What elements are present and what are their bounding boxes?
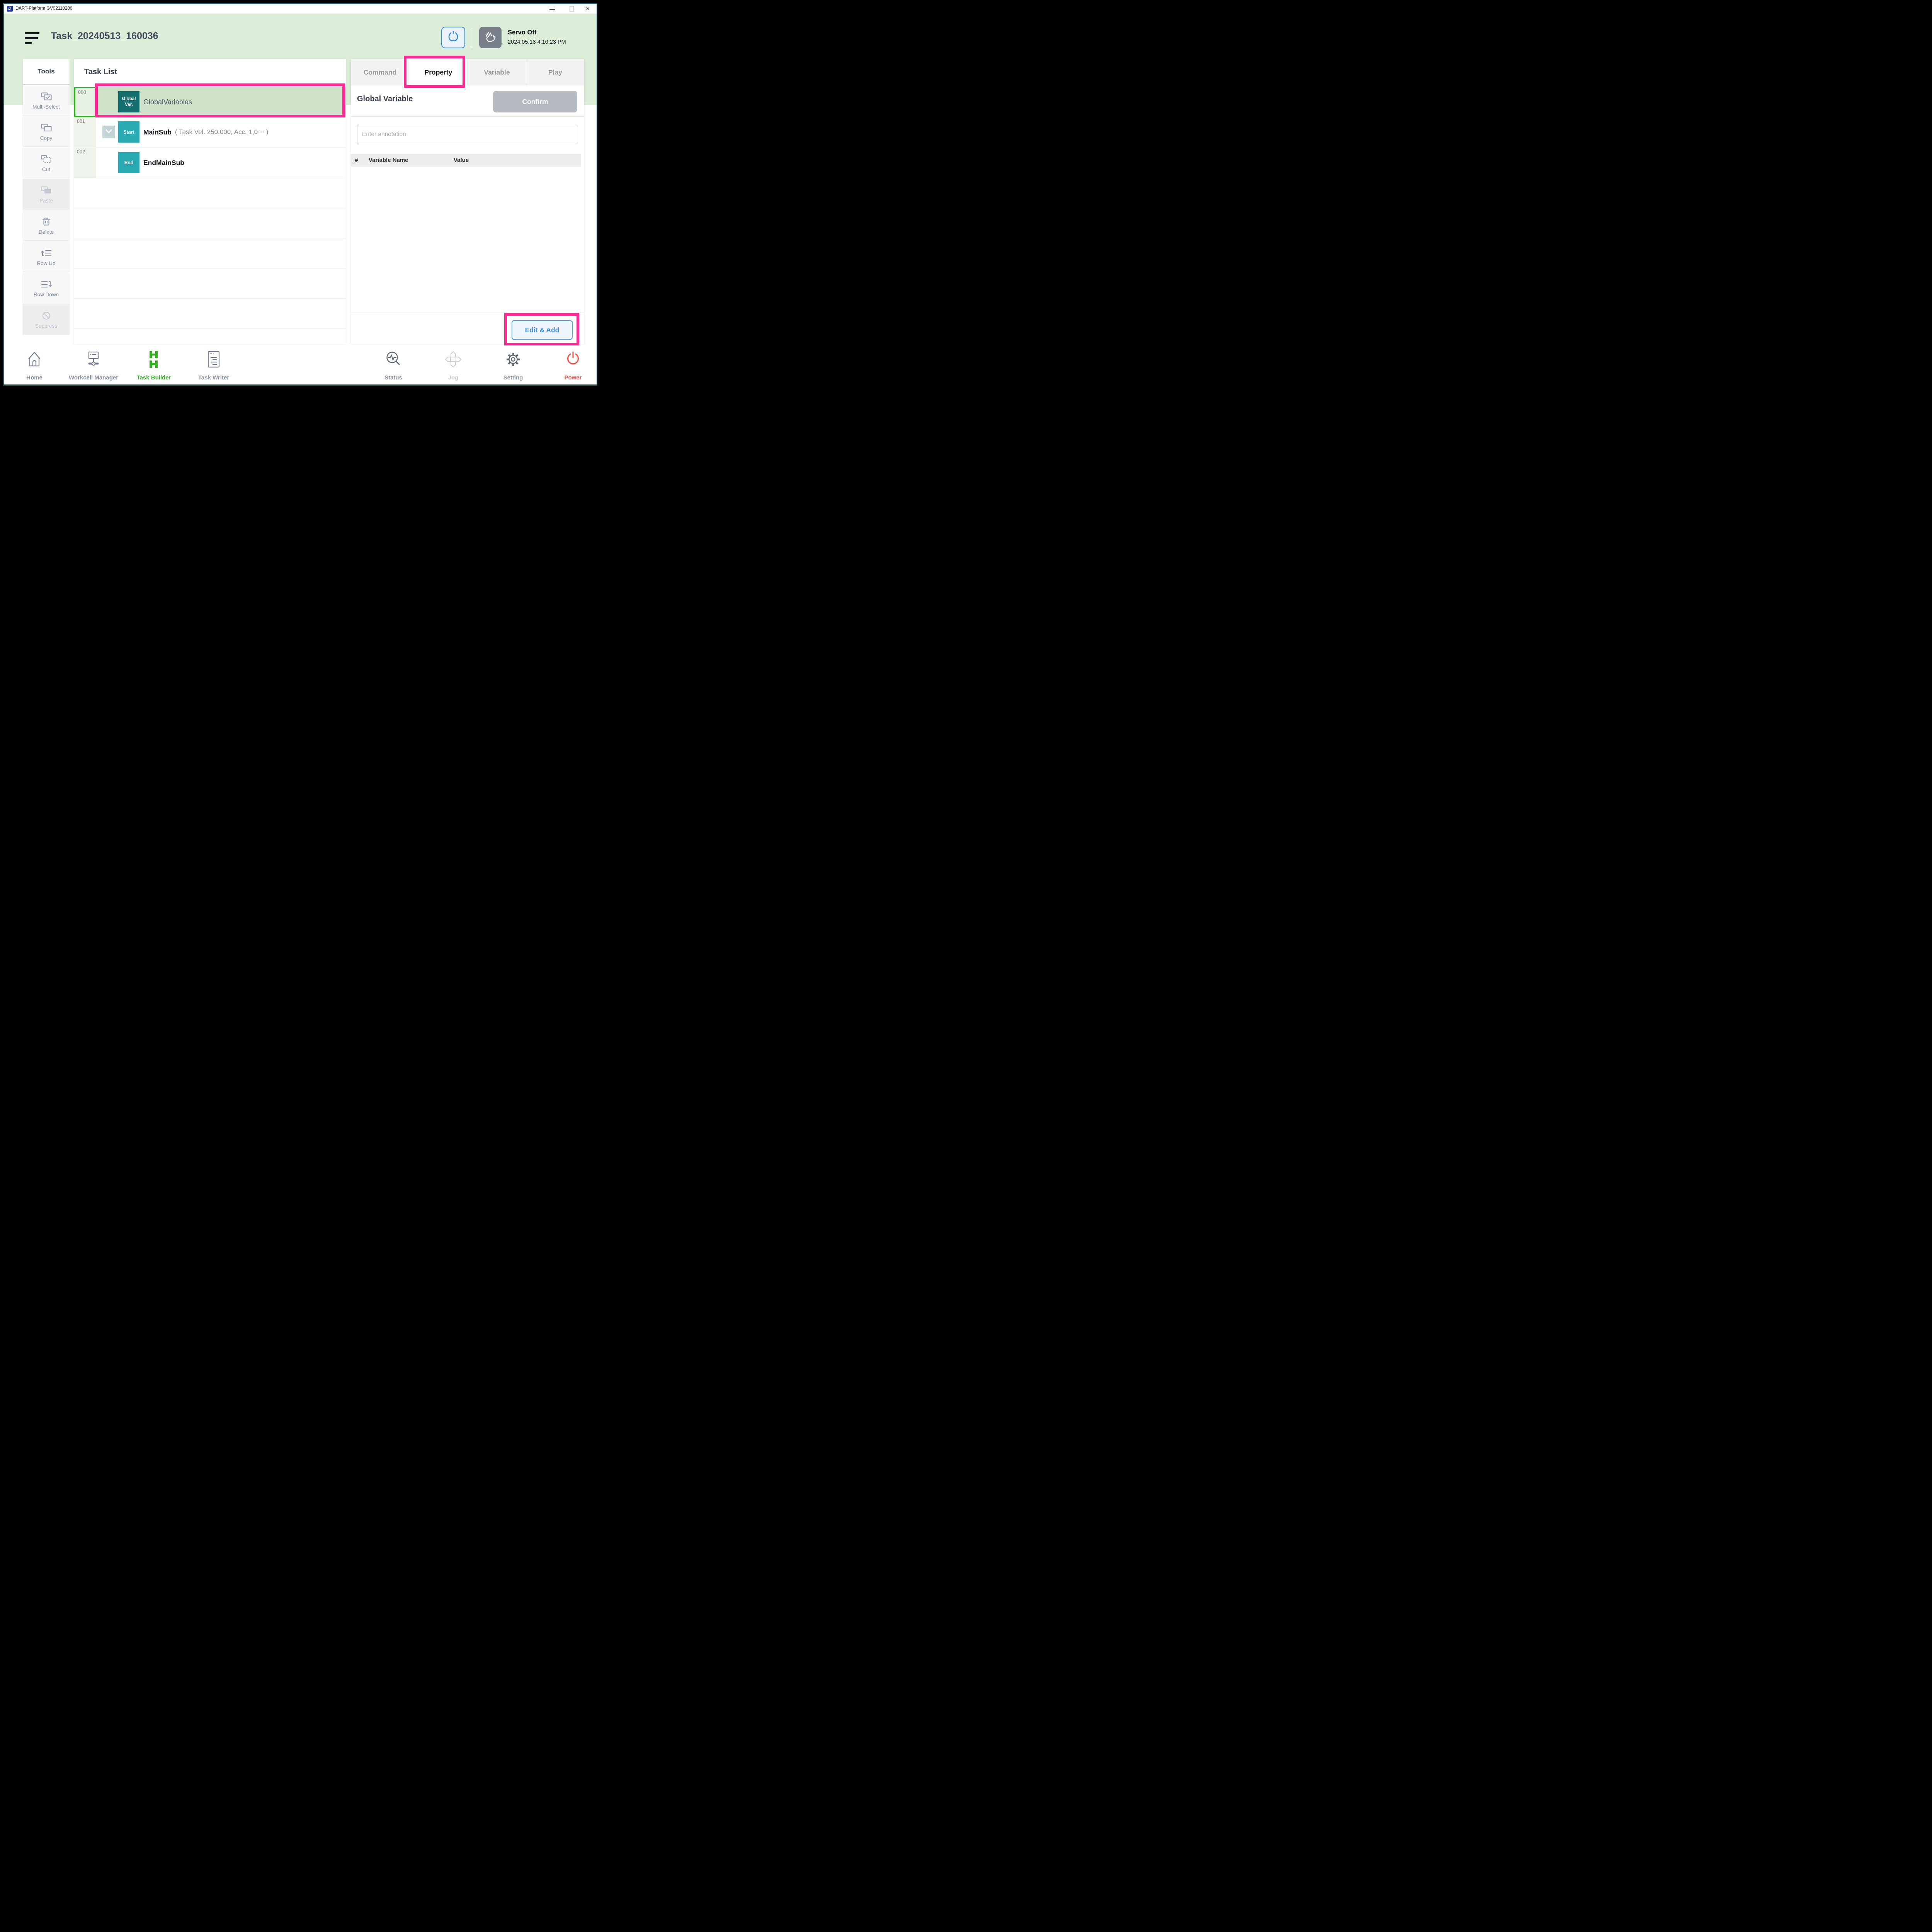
nav-task-builder[interactable]: Task Builder [125,345,183,386]
hand-icon [483,30,497,46]
task-list-title: Task List [84,68,117,77]
tool-label: Paste [39,198,53,204]
task-row-mainsub[interactable]: 001 Start MainSub ( Task Ve [74,117,346,147]
right-panel-tabs: Command Property Variable Play [351,59,584,85]
task-title: Task_20240513_160036 [51,31,158,42]
window-title: DART-Platform GV02110200 [15,6,72,11]
annotation-input[interactable] [357,125,577,144]
tool-cut[interactable]: Cut [23,148,70,178]
end-badge: End [118,152,139,173]
task-writer-icon [185,350,243,369]
gripper-icon [446,30,460,46]
servo-status: Servo Off [508,29,536,36]
nav-home[interactable]: Home [5,345,63,386]
nav-status[interactable]: Status [364,345,422,386]
task-rows: 000 Global Var. GlobalVariables 001 [74,87,346,344]
tab-play[interactable]: Play [526,59,584,85]
global-var-badge: Global Var. [118,91,139,112]
status-timestamp: 2024.05.13 4:10:23 PM [508,39,566,45]
row-index: 001 [74,117,96,147]
menu-icon[interactable] [25,32,39,44]
nav-power[interactable]: Power [544,345,597,386]
close-button[interactable]: ✕ [583,4,594,14]
nav-jog[interactable]: Jog [424,345,482,386]
tool-row-down[interactable]: Row Down [23,273,70,303]
tool-label: Row Up [37,260,55,266]
tab-variable[interactable]: Variable [468,59,526,85]
tool-delete[interactable]: Delete [23,210,70,240]
tab-property[interactable]: Property [409,59,468,85]
expand-row-button[interactable] [102,126,115,138]
tool-multi-select[interactable]: Multi-Select [23,85,70,115]
row-down-icon [41,279,52,290]
jog-icon [424,350,482,369]
row-up-icon [41,247,52,259]
tool-row-up[interactable]: Row Up [23,242,70,272]
start-badge: Start [118,121,139,143]
nav-task-writer[interactable]: Task Writer [185,345,243,386]
col-value: Value [454,157,469,163]
suppress-icon [42,310,51,321]
trash-icon [41,216,51,228]
task-builder-icon [125,350,183,369]
app-logo-icon: D [7,6,13,12]
divider [351,116,584,117]
tool-label: Row Down [34,292,59,298]
title-bar: D DART-Platform GV02110200 ✕ [4,4,597,14]
section-title: Global Variable [357,95,413,104]
copy-icon [41,122,52,134]
tool-label: Cut [42,167,50,172]
row-index: 002 [74,148,96,178]
status-icon [364,350,422,369]
col-name: Variable Name [369,157,408,163]
tool-paste[interactable]: Paste [23,179,70,209]
task-list-panel: Task List 000 Global Var. GlobalVariable… [74,59,346,344]
tool-label: Delete [39,229,54,235]
robot-mode-button[interactable] [441,27,465,48]
gear-icon [484,350,542,369]
row-separator [74,268,346,269]
row-detail: ( Task Vel. 250.000, Acc. 1,0⋯ ) [175,128,269,136]
home-icon [5,350,63,369]
app-window: D DART-Platform GV02110200 ✕ Task_202405… [3,3,597,386]
cut-icon [41,153,52,165]
nav-workcell-manager[interactable]: Workcell Manager [65,345,122,386]
row-separator [74,328,346,329]
power-icon [544,350,597,369]
edit-add-button[interactable]: Edit & Add [512,320,573,340]
row-label: GlobalVariables [143,87,192,117]
confirm-button[interactable]: Confirm [493,91,577,112]
tab-command[interactable]: Command [351,59,409,85]
tool-label: Suppress [35,323,57,329]
tool-label: Copy [40,135,53,141]
bottom-navigation: Home Workcell Manager [4,345,597,386]
maximize-button[interactable] [566,4,577,14]
row-label: MainSub ( Task Vel. 250.000, Acc. 1,0⋯ ) [143,117,269,147]
chevron-down-icon [102,125,115,139]
task-row-endmainsub[interactable]: 002 End EndMainSub [74,148,346,178]
col-index: # [355,157,358,163]
row-separator [74,298,346,299]
variable-table-header: # Variable Name Value [351,154,581,167]
tool-suppress[interactable]: Suppress [23,304,70,334]
workcell-manager-icon [65,350,122,369]
tool-label: Multi-Select [32,104,60,110]
multi-select-icon [41,91,52,102]
minimize-button[interactable] [546,4,558,14]
tools-title: Tools [23,59,70,84]
paste-icon [41,185,52,196]
row-index: 000 [74,87,96,117]
nav-setting[interactable]: Setting [484,345,542,386]
tools-sidebar: Tools Multi-Select [23,59,70,344]
manual-mode-button[interactable] [479,27,502,48]
row-label: EndMainSub [143,148,184,178]
task-row-globalvariables[interactable]: 000 Global Var. GlobalVariables [74,87,346,117]
property-panel: Command Property Variable Play Global Va… [351,59,584,344]
tool-copy[interactable]: Copy [23,116,70,146]
app-area: Task_20240513_160036 [4,14,597,384]
